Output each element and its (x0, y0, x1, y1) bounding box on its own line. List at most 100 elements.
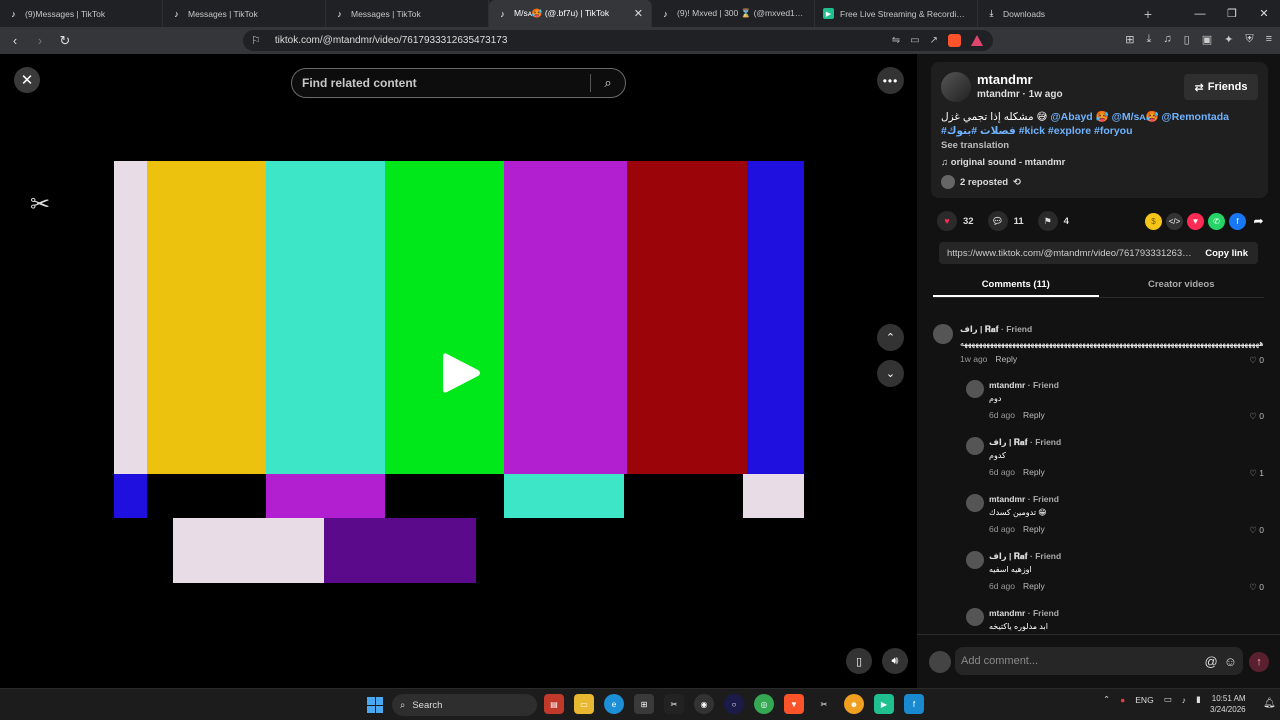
circle-app-icon[interactable]: ○ (724, 694, 744, 714)
menu-icon[interactable]: ≡ (1266, 33, 1272, 46)
store-icon[interactable]: ⊞ (634, 694, 654, 714)
facebook-icon[interactable]: f (1229, 212, 1246, 230)
windows-start-icon[interactable] (367, 697, 383, 713)
streaming-app-icon[interactable]: ▶ (874, 694, 894, 714)
commenter-avatar[interactable] (966, 380, 984, 398)
media-icon[interactable]: ♫ (1163, 33, 1171, 46)
translate-icon[interactable]: ⇋ (892, 35, 900, 46)
comment-input[interactable] (961, 655, 1205, 667)
commenter-avatar[interactable] (966, 437, 984, 455)
obs-icon[interactable]: ◉ (694, 694, 714, 714)
file-explorer-icon[interactable]: ▭ (574, 694, 594, 714)
author-avatar[interactable] (941, 72, 971, 102)
discord-app-icon[interactable]: ☻ (844, 694, 864, 714)
reply-button[interactable]: Reply (1023, 581, 1045, 591)
play-icon[interactable] (441, 351, 481, 395)
volume-tray-icon[interactable]: ♪ (1182, 695, 1186, 705)
author-name[interactable]: mtandmr (977, 72, 1063, 87)
sound-link[interactable]: ♫ original sound - mtandmr (941, 157, 1258, 168)
comment-like[interactable]: ♡ 0 (1249, 525, 1264, 536)
share-arrow-icon[interactable]: ➦ (1250, 213, 1267, 230)
tab-messages-3[interactable]: ♪ Messages | TikTok (326, 0, 489, 27)
commenter-name[interactable]: راف | 𝐑𝐚𝐟 · Friend (989, 437, 1061, 448)
tab-mxved[interactable]: ♪(9)! Mxved | 300 ⌛ (@mxved1) | TikTok (652, 0, 815, 27)
forward-icon[interactable]: › (30, 33, 50, 48)
cast-icon[interactable]: ▭ (910, 35, 919, 46)
emoji-icon[interactable]: ☺ (1224, 654, 1237, 669)
chrome-icon[interactable]: ◎ (754, 694, 774, 714)
tab-creator-videos[interactable]: Creator videos (1099, 274, 1265, 297)
network-icon[interactable]: ▭ (1164, 694, 1172, 705)
search-icon[interactable]: ⌕ (591, 75, 625, 91)
send-icon[interactable]: ▼ (1187, 212, 1204, 230)
reply-button[interactable]: Reply (1023, 410, 1045, 420)
video-link[interactable]: https://www.tiktok.com/@mtandmr/video/76… (947, 248, 1195, 259)
capcut-app-icon-2[interactable]: ✂ (814, 694, 834, 714)
see-translation-link[interactable]: See translation (941, 140, 1258, 151)
mention-icon[interactable]: @ (1205, 654, 1218, 669)
close-video-button[interactable]: ✕ (14, 67, 40, 93)
reply-button[interactable]: Reply (1023, 467, 1045, 477)
url-bar[interactable]: ⚐ tiktok.com/@mtandmr/video/761793331263… (243, 30, 993, 51)
reply-button[interactable]: Reply (1023, 524, 1045, 534)
tab-streaming[interactable]: ▶Free Live Streaming & Recording Softwar… (815, 0, 978, 27)
floating-player-icon[interactable]: ▯ (846, 648, 872, 674)
commenter-name[interactable]: mtandmr · Friend (989, 494, 1059, 504)
news-app-icon[interactable]: ▤ (544, 694, 564, 714)
share-icon[interactable]: ↗ (930, 35, 938, 46)
comment-button[interactable]: 💬︎ 11 (987, 211, 1024, 231)
commenter-avatar[interactable] (933, 324, 953, 344)
reposted-row[interactable]: 2 reposted ⟲ (941, 175, 1258, 189)
leo-icon[interactable]: ✦ (1224, 33, 1233, 46)
embed-icon[interactable]: </> (1166, 212, 1183, 230)
brave-shields-icon[interactable] (948, 34, 961, 47)
copy-link-button[interactable]: Copy link (1195, 248, 1258, 259)
downloads-icon[interactable]: ⤓ (1147, 33, 1152, 46)
sidebar-icon[interactable]: ▯ (1184, 33, 1190, 46)
edge-icon[interactable]: e (604, 694, 624, 714)
battery-icon[interactable]: ▮ (1196, 694, 1201, 705)
wallet-icon[interactable]: ▣ (1202, 33, 1212, 46)
commenter-avatar[interactable] (966, 494, 984, 512)
bookmark-icon[interactable]: ⚐ (251, 34, 261, 47)
previous-video-button[interactable]: ⌃ (877, 324, 904, 351)
clock[interactable]: 10:51 AM 3/24/2026 (1210, 693, 1246, 715)
capcut-app-icon[interactable]: ✂ (664, 694, 684, 714)
commenter-name[interactable]: mtandmr · Friend (989, 608, 1059, 618)
new-tab-button[interactable]: + (1128, 0, 1168, 27)
fiverr-app-icon[interactable]: f (904, 694, 924, 714)
commenter-name[interactable]: راف | 𝐑𝐚𝐟 · Friend (960, 324, 1032, 335)
commenter-name[interactable]: mtandmr · Friend (989, 380, 1059, 390)
comment-like[interactable]: ♡ 0 (1249, 582, 1264, 593)
tab-messages-1[interactable]: ♪ (9)Messages | TikTok (0, 0, 163, 27)
notification-bell-icon[interactable]: 🔔︎ (1263, 698, 1276, 709)
tab-downloads[interactable]: ⤓ Downloads (978, 0, 1128, 27)
extensions-icon[interactable]: ⊞ (1125, 33, 1134, 46)
minimize-icon[interactable]: — (1184, 0, 1216, 27)
close-tab-icon[interactable]: ✕ (634, 7, 643, 20)
volume-icon[interactable]: 🔊︎ (882, 648, 908, 674)
comment-like[interactable]: ♡ 0 (1249, 355, 1264, 366)
search-input[interactable] (302, 76, 590, 90)
save-button[interactable]: ⚑ 4 (1037, 211, 1069, 231)
whatsapp-icon[interactable]: ✆ (1208, 212, 1225, 230)
post-comment-button[interactable]: ↑ (1249, 652, 1269, 672)
close-window-icon[interactable]: ✕ (1248, 0, 1280, 27)
maximize-icon[interactable]: ❐ (1216, 0, 1248, 27)
tab-messages-2[interactable]: ♪ Messages | TikTok (163, 0, 326, 27)
reload-icon[interactable]: ↻ (55, 33, 75, 49)
commenter-avatar[interactable] (966, 551, 984, 569)
brave-app-icon[interactable]: ▼ (784, 694, 804, 714)
comment-like[interactable]: ♡ 0 (1249, 411, 1264, 422)
coin-icon[interactable]: $ (1145, 212, 1162, 230)
language-indicator[interactable]: ENG (1135, 695, 1153, 705)
more-options-button[interactable]: ••• (877, 67, 904, 94)
brave-rewards-icon[interactable] (971, 35, 983, 46)
commenter-avatar[interactable] (966, 608, 984, 626)
taskbar-search[interactable]: ⌕ Search (392, 694, 537, 716)
like-button[interactable]: ♥ 32 (937, 211, 974, 231)
microphone-icon[interactable]: ● (1120, 695, 1125, 705)
friends-button[interactable]: ⇄ Friends (1184, 74, 1258, 100)
back-icon[interactable]: ‹ (5, 33, 25, 48)
url-text[interactable]: tiktok.com/@mtandmr/video/76179333126354… (275, 35, 892, 46)
